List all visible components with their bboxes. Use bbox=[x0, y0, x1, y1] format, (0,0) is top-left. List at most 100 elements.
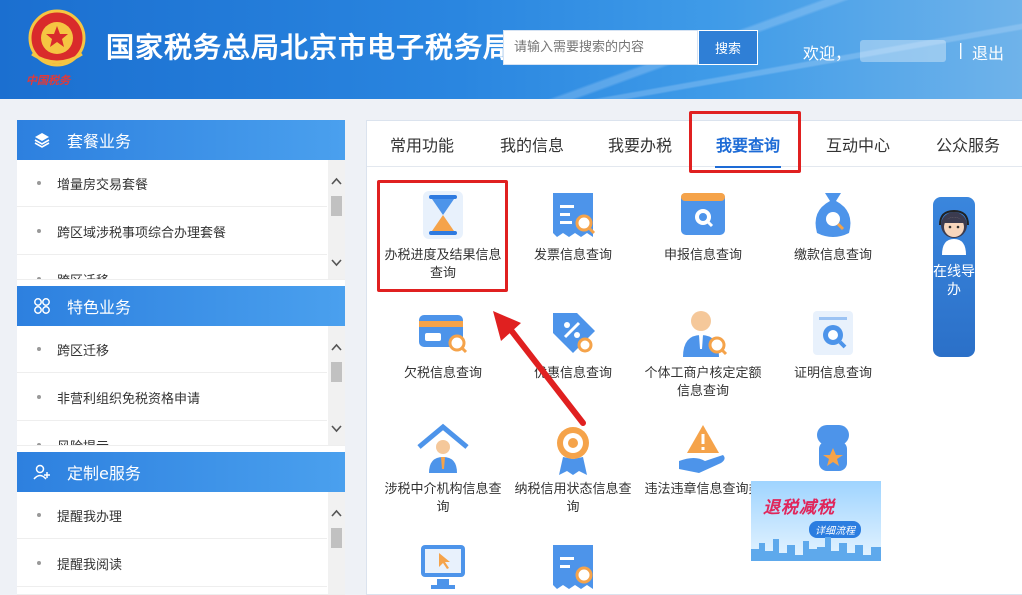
service-item[interactable]: 证明信息查询 bbox=[769, 305, 897, 383]
section-custom-service[interactable]: 定制e服务 bbox=[17, 452, 345, 492]
service-label: 证明信息查询 bbox=[793, 366, 872, 381]
service-label: 违法违章信息查询类 bbox=[644, 482, 762, 497]
list-item[interactable]: 提醒我办理 bbox=[17, 492, 327, 539]
site-title: 国家税务总局北京市电子税务局 bbox=[106, 31, 513, 64]
logout-link[interactable]: 退出 bbox=[972, 40, 1004, 64]
tab-tax-handling[interactable]: 我要办税 bbox=[595, 121, 685, 167]
red-highlight-box-service bbox=[377, 180, 508, 292]
service-label: 发票信息查询 bbox=[533, 248, 612, 263]
section-title: 定制e服务 bbox=[67, 464, 141, 483]
service-label: 个体工商户核定定额信息查询 bbox=[644, 366, 762, 399]
user-add-icon bbox=[33, 463, 51, 481]
bullet bbox=[37, 229, 41, 233]
service-item[interactable] bbox=[379, 539, 507, 595]
scrollbar-thumb[interactable] bbox=[331, 528, 342, 548]
bullet bbox=[37, 513, 41, 517]
section-list: 增量房交易套餐 跨区域涉税事项综合办理套餐 跨区迁移 bbox=[17, 160, 345, 280]
service-item[interactable] bbox=[509, 539, 637, 595]
username-redacted bbox=[860, 40, 946, 62]
section-list: 跨区迁移 非营利组织免税资格申请 风险提示 bbox=[17, 326, 345, 446]
list-item-label: 提醒我阅读 bbox=[57, 557, 123, 573]
chevron-up-icon[interactable] bbox=[331, 176, 342, 188]
list-item-label: 跨区迁移 bbox=[57, 270, 109, 280]
warning-hand-icon bbox=[679, 425, 725, 473]
list-item[interactable]: 跨区域涉税事项综合办理套餐 bbox=[17, 208, 327, 255]
tab-common[interactable]: 常用功能 bbox=[377, 121, 467, 167]
list-item[interactable]: 跨区迁移 bbox=[17, 326, 327, 373]
star-badge-icon bbox=[817, 425, 849, 471]
chevron-up-icon[interactable] bbox=[331, 342, 342, 354]
scrollbar-thumb[interactable] bbox=[331, 362, 342, 382]
service-item[interactable]: 纳税信用状态信息查询 bbox=[509, 421, 637, 517]
online-guide-label: 在线导办 bbox=[933, 264, 975, 298]
monitor-search-icon bbox=[681, 193, 725, 235]
tab-public-service[interactable]: 公众服务 bbox=[923, 121, 1013, 167]
list-item[interactable]: 跨区迁移 bbox=[17, 256, 327, 280]
service-item[interactable]: 违法违章信息查询类 bbox=[639, 421, 767, 499]
service-label: 纳税信用状态信息查询 bbox=[514, 482, 632, 515]
list-item-label: 跨区迁移 bbox=[57, 343, 110, 359]
sidebar: 套餐业务 增量房交易套餐 跨区域涉税事项综合办理套餐 跨区迁移 特色业务 跨区迁… bbox=[17, 120, 345, 595]
screen-cursor-icon bbox=[421, 545, 465, 589]
scrollbar[interactable] bbox=[328, 326, 345, 445]
card-search-icon bbox=[419, 315, 468, 354]
bullet bbox=[37, 277, 41, 279]
chevron-down-icon[interactable] bbox=[331, 256, 342, 268]
service-item[interactable] bbox=[769, 421, 897, 481]
bullet bbox=[37, 347, 41, 351]
red-highlight-box-tab bbox=[689, 111, 801, 173]
list-item[interactable]: 提醒我阅读 bbox=[17, 540, 327, 587]
list-item[interactable]: 风险提示 bbox=[17, 422, 327, 446]
bullet bbox=[37, 181, 41, 185]
chevron-down-icon[interactable] bbox=[331, 422, 342, 434]
list-item[interactable]: 非营利组织免税资格申请 bbox=[17, 374, 327, 421]
service-item[interactable]: 缴款信息查询 bbox=[769, 187, 897, 265]
house-person-icon bbox=[417, 423, 469, 473]
section-package-business[interactable]: 套餐业务 bbox=[17, 120, 345, 160]
service-label: 缴款信息查询 bbox=[793, 248, 872, 263]
service-label: 申报信息查询 bbox=[663, 248, 742, 263]
red-annotation-arrow bbox=[493, 311, 586, 426]
money-bag-search-icon bbox=[815, 193, 851, 237]
service-agent-icon bbox=[939, 209, 969, 255]
grid-icon bbox=[33, 297, 51, 315]
section-special-business[interactable]: 特色业务 bbox=[17, 286, 345, 326]
search-input[interactable] bbox=[504, 31, 697, 64]
service-item[interactable]: 个体工商户核定定额信息查询 bbox=[639, 305, 767, 401]
person-search-icon bbox=[683, 311, 728, 357]
bullet bbox=[37, 395, 41, 399]
list-item-label: 非营利组织免税资格申请 bbox=[57, 391, 201, 407]
header: 中国税务 国家税务总局北京市电子税务局 搜索 欢迎， | 退出 bbox=[0, 0, 1022, 99]
section-list: 提醒我办理 提醒我阅读 bbox=[17, 492, 345, 595]
scrollbar[interactable] bbox=[328, 492, 345, 594]
search-button[interactable]: 搜索 bbox=[698, 30, 758, 65]
chevron-up-icon[interactable] bbox=[331, 508, 342, 520]
invoice-search-icon bbox=[553, 545, 593, 589]
invoice-search-icon bbox=[553, 193, 596, 237]
list-item[interactable]: 增量房交易套餐 bbox=[17, 160, 327, 207]
bullet bbox=[37, 443, 41, 445]
tab-interaction[interactable]: 互动中心 bbox=[813, 121, 903, 167]
list-item-label: 跨区域涉税事项综合办理套餐 bbox=[57, 225, 227, 241]
online-guide-button[interactable]: 在线导办 bbox=[933, 197, 975, 357]
welcome-text: 欢迎， bbox=[803, 44, 852, 63]
service-item[interactable]: 发票信息查询 bbox=[509, 187, 637, 265]
scrollbar[interactable] bbox=[328, 160, 345, 279]
service-item[interactable]: 申报信息查询 bbox=[639, 187, 767, 265]
service-item[interactable]: 涉税中介机构信息查询 bbox=[379, 421, 507, 517]
scrollbar-thumb[interactable] bbox=[331, 196, 342, 216]
layers-icon bbox=[33, 131, 51, 149]
main-panel: 常用功能 我的信息 我要办税 我要查询 互动中心 公众服务 办税进度及结果信息查… bbox=[366, 111, 1022, 595]
city-skyline-illustration bbox=[751, 537, 881, 561]
section-title: 特色业务 bbox=[67, 298, 132, 317]
promo-banner[interactable]: 退税减税 详细流程 bbox=[751, 481, 881, 561]
bullet bbox=[37, 561, 41, 565]
tab-my-info[interactable]: 我的信息 bbox=[487, 121, 577, 167]
list-item-label: 增量房交易套餐 bbox=[57, 177, 149, 193]
header-separator: | bbox=[958, 40, 964, 59]
list-item-label: 风险提示 bbox=[57, 436, 109, 446]
banner-title: 退税减税 bbox=[763, 498, 835, 518]
service-label: 涉税中介机构信息查询 bbox=[384, 482, 502, 515]
section-title: 套餐业务 bbox=[67, 132, 132, 151]
search-box[interactable] bbox=[503, 30, 698, 65]
